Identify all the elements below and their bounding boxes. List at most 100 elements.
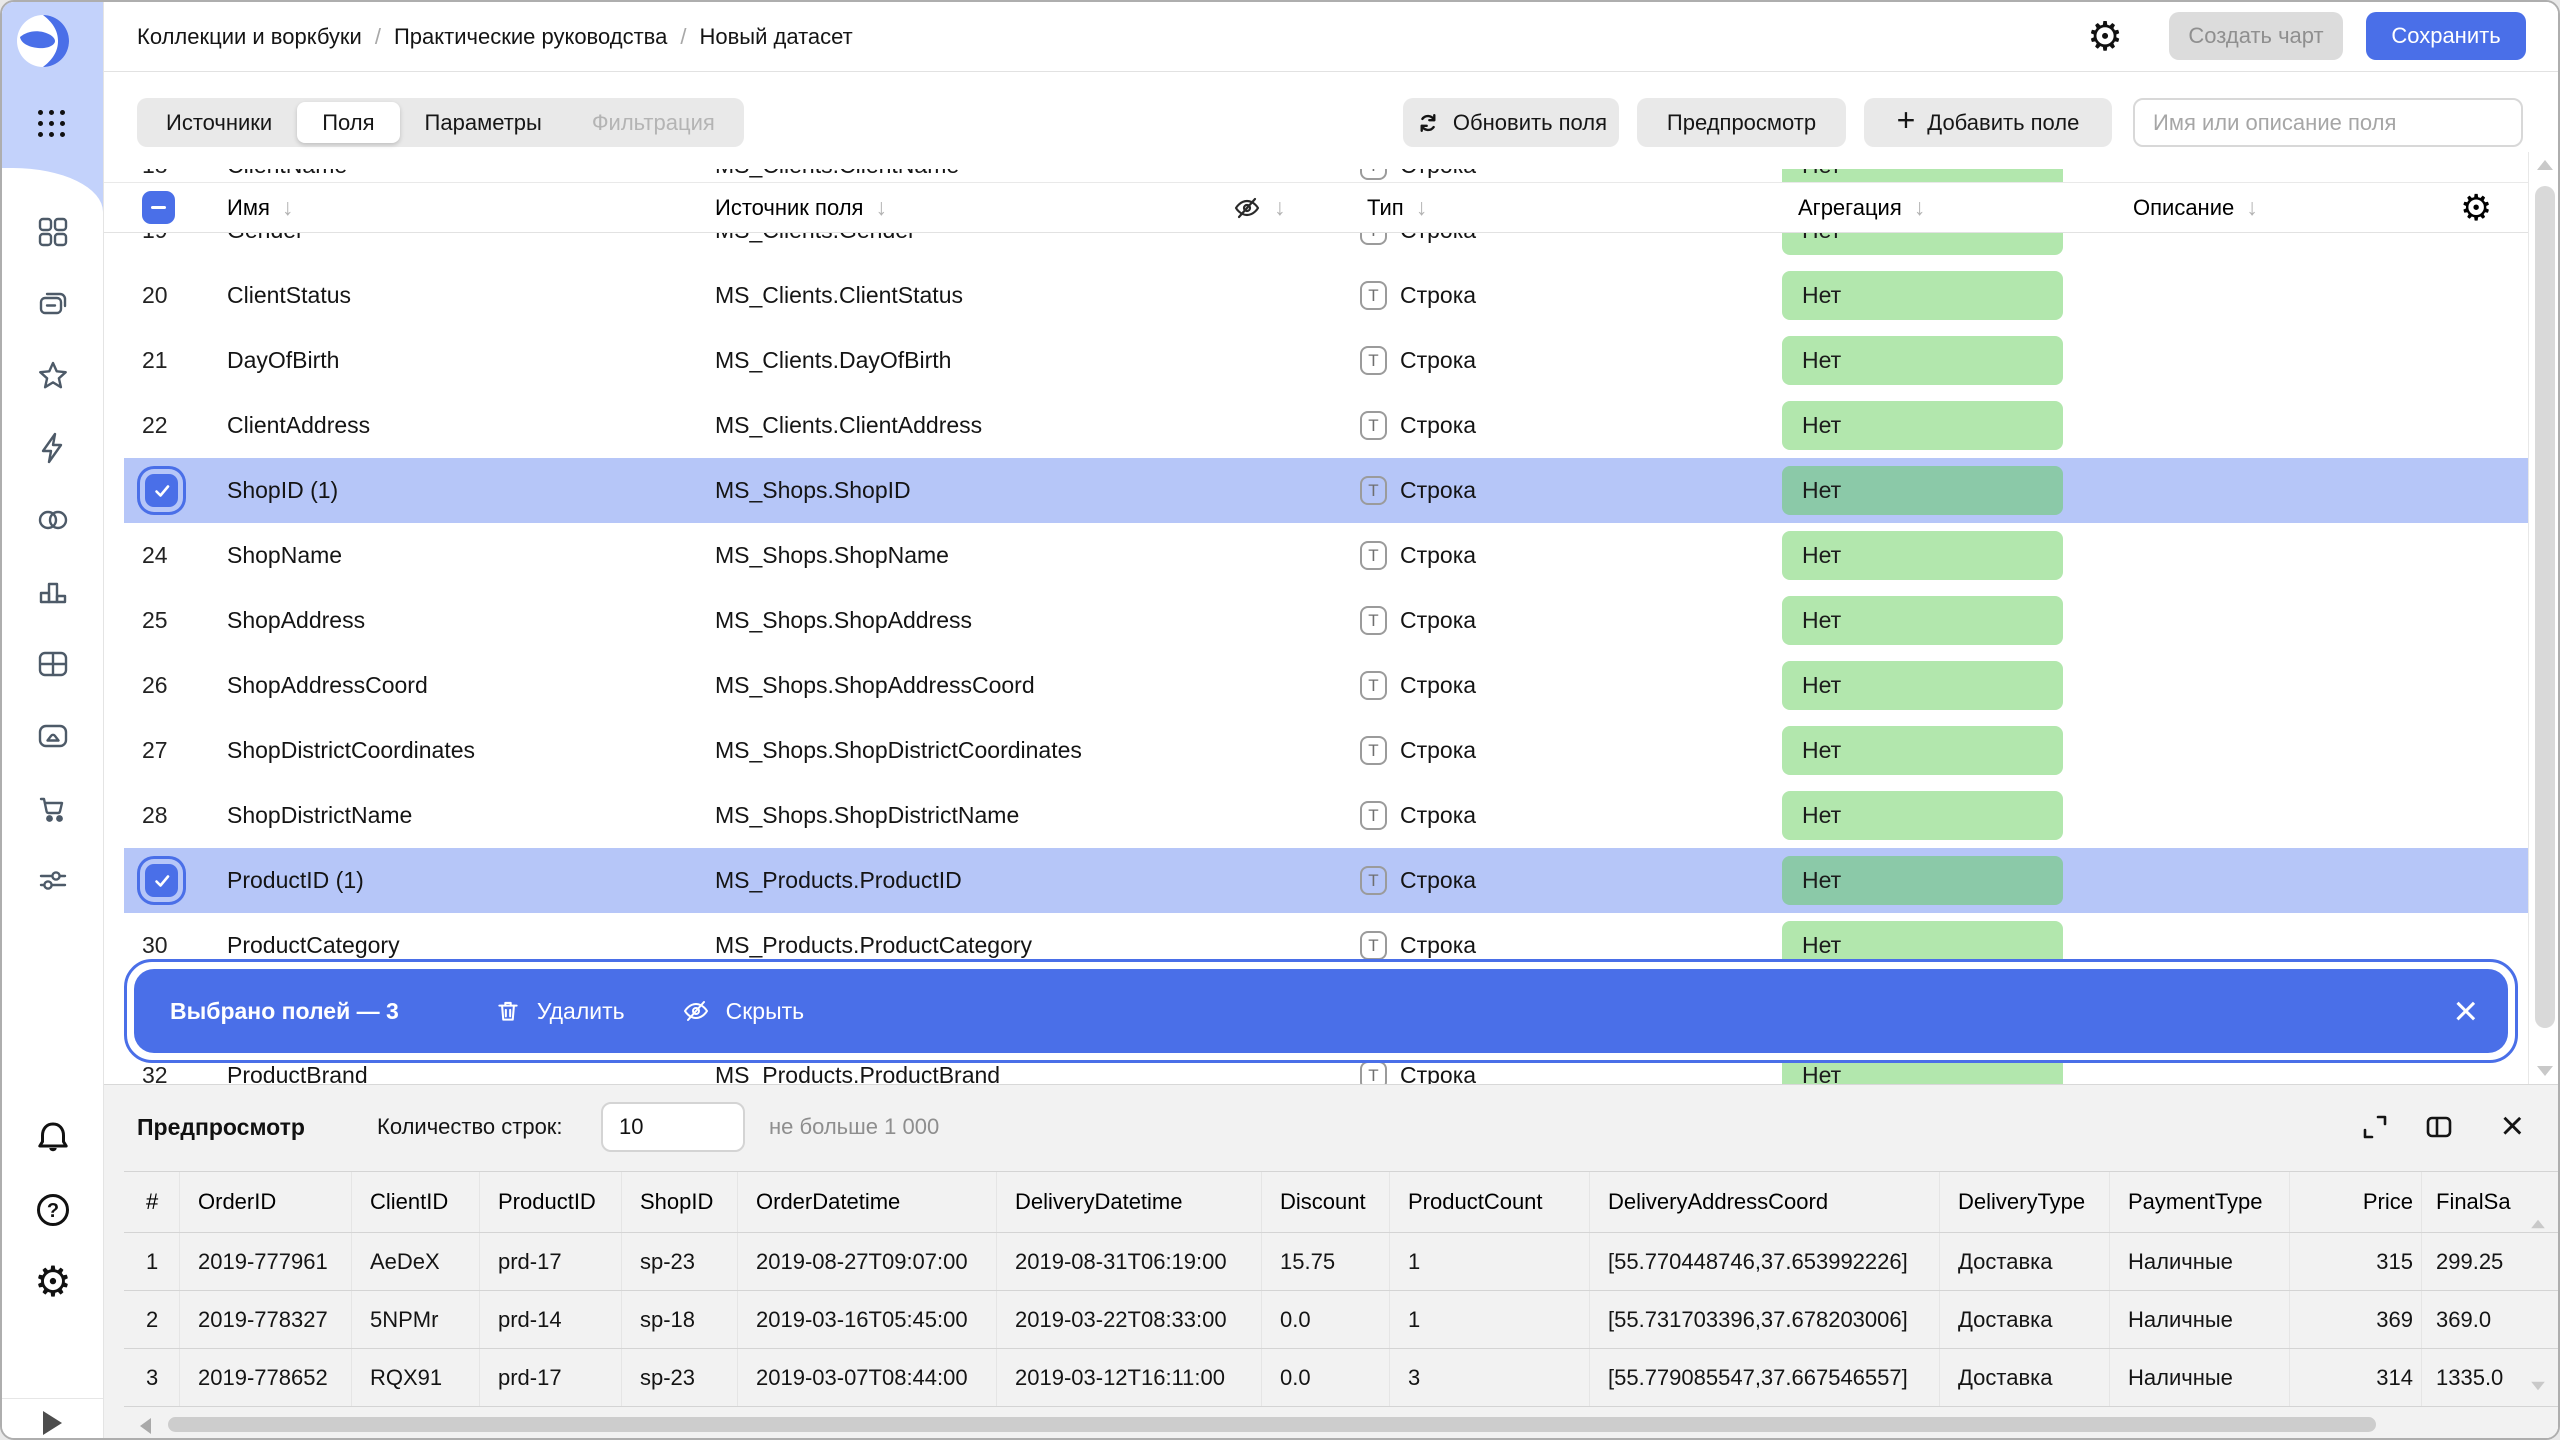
aggregation-select[interactable]: Нет: [1782, 661, 2063, 710]
field-source[interactable]: MS_Clients.ClientAddress: [715, 393, 982, 458]
aggregation-select[interactable]: Нет: [1782, 726, 2063, 775]
breadcrumb-guides[interactable]: Практические руководства: [394, 24, 667, 50]
scroll-up-icon[interactable]: [2537, 160, 2553, 170]
cart-marketplace-icon[interactable]: [33, 788, 73, 828]
aggregation-select[interactable]: Нет: [1782, 596, 2063, 645]
scroll-left-icon[interactable]: [140, 1418, 151, 1434]
field-type[interactable]: Строка: [1360, 848, 1476, 913]
column-header-aggregation[interactable]: Агрегация ↓: [1798, 183, 1925, 232]
folder-storage-icon[interactable]: [33, 716, 73, 756]
scrollbar-thumb[interactable]: [2535, 186, 2555, 1028]
field-type[interactable]: Строка: [1360, 653, 1476, 718]
field-row[interactable]: 29 ProductID (1) MS_Products.ProductID С…: [124, 848, 2528, 913]
aggregation-select[interactable]: Нет: [1782, 531, 2063, 580]
tab-fields[interactable]: Поля: [297, 102, 399, 143]
field-source[interactable]: MS_Clients.DayOfBirth: [715, 328, 951, 393]
field-source[interactable]: MS_Shops.ShopDistrictName: [715, 783, 1019, 848]
field-type[interactable]: Строка: [1360, 783, 1476, 848]
row-number: 24: [142, 523, 212, 588]
field-row[interactable]: 21 DayOfBirth MS_Clients.DayOfBirth Стро…: [124, 328, 2528, 393]
select-all-checkbox[interactable]: [142, 191, 175, 224]
field-source[interactable]: MS_Shops.ShopAddressCoord: [715, 653, 1035, 718]
field-name: DayOfBirth: [227, 328, 339, 393]
field-row[interactable]: 20 ClientStatus MS_Clients.ClientStatus …: [124, 263, 2528, 328]
column-header-description[interactable]: Описание ↓: [2133, 183, 2258, 232]
field-source[interactable]: MS_Shops.ShopAddress: [715, 588, 972, 653]
aggregation-select[interactable]: Нет: [1782, 271, 2063, 320]
delete-selected-button[interactable]: Удалить: [494, 997, 625, 1025]
column-header-source[interactable]: Источник поля ↓: [715, 183, 887, 232]
connections-circles-icon[interactable]: [33, 500, 73, 540]
field-source[interactable]: MS_Products.ProductID: [715, 848, 962, 913]
help-icon[interactable]: ?: [33, 1190, 73, 1230]
sliders-services-icon[interactable]: [33, 860, 73, 900]
datalens-logo-icon[interactable]: [15, 13, 71, 69]
apps-grid-icon[interactable]: [38, 110, 66, 138]
preview-scroll-up-icon[interactable]: [2531, 1220, 2545, 1229]
breadcrumb-separator: /: [680, 24, 686, 50]
field-row[interactable]: 25 ShopAddress MS_Shops.ShopAddress Стро…: [124, 588, 2528, 653]
preview-cell: prd-17: [480, 1349, 622, 1406]
field-source[interactable]: MS_Shops.ShopDistrictCoordinates: [715, 718, 1082, 783]
hide-selected-button[interactable]: Скрыть: [681, 996, 805, 1026]
field-source[interactable]: MS_Clients.ClientStatus: [715, 263, 963, 328]
aggregation-select[interactable]: Нет: [1782, 466, 2063, 515]
field-aggregation: Нет: [1782, 661, 2063, 710]
horizontal-scrollbar-thumb[interactable]: [168, 1417, 2376, 1432]
column-header-name[interactable]: Имя ↓: [227, 183, 293, 232]
field-source[interactable]: MS_Shops.ShopID: [715, 458, 911, 523]
column-header-hidden[interactable]: ↓: [1232, 183, 1286, 232]
field-type[interactable]: Строка: [1360, 718, 1476, 783]
field-type[interactable]: Строка: [1360, 588, 1476, 653]
expand-sidebar-icon[interactable]: [43, 1411, 62, 1435]
row-count-input[interactable]: [601, 1102, 745, 1152]
add-field-button[interactable]: + Добавить поле: [1864, 98, 2112, 147]
tab-parameters[interactable]: Параметры: [400, 102, 567, 143]
preview-horizontal-scrollbar: [124, 1413, 2544, 1437]
field-row[interactable]: 26 ShopAddressCoord MS_Shops.ShopAddress…: [124, 653, 2528, 718]
aggregation-select[interactable]: Нет: [1782, 856, 2063, 905]
row-checkbox[interactable]: [145, 864, 178, 897]
scroll-down-icon[interactable]: [2537, 1066, 2553, 1076]
aggregation-select[interactable]: Нет: [1782, 791, 2063, 840]
field-row[interactable]: 22 ClientAddress MS_Clients.ClientAddres…: [124, 393, 2528, 458]
field-aggregation: Нет: [1782, 466, 2063, 515]
field-type[interactable]: Строка: [1360, 523, 1476, 588]
close-selection-icon[interactable]: ×: [2453, 990, 2478, 1032]
field-source[interactable]: MS_Shops.ShopName: [715, 523, 949, 588]
star-favorites-icon[interactable]: [33, 356, 73, 396]
refresh-fields-button[interactable]: Обновить поля: [1403, 98, 1619, 147]
aggregation-select[interactable]: Нет: [1782, 336, 2063, 385]
expand-preview-icon[interactable]: [2360, 1112, 2390, 1142]
bell-icon[interactable]: [33, 1118, 73, 1158]
grid-squares-icon[interactable]: [33, 212, 73, 252]
dataset-settings-gear-icon[interactable]: ⚙: [2085, 17, 2125, 57]
split-view-icon[interactable]: [2424, 1112, 2454, 1142]
tab-sources[interactable]: Источники: [141, 102, 297, 143]
preview-toggle-button[interactable]: Предпросмотр: [1637, 98, 1846, 147]
row-checkbox[interactable]: [145, 474, 178, 507]
field-aggregation: Нет: [1782, 726, 2063, 775]
field-row[interactable]: 23 ShopID (1) MS_Shops.ShopID Строка Нет: [124, 458, 2528, 523]
save-button[interactable]: Сохранить: [2366, 12, 2526, 60]
table-settings-gear-icon[interactable]: ⚙: [2460, 183, 2500, 232]
field-row[interactable]: 28 ShopDistrictName MS_Shops.ShopDistric…: [124, 783, 2528, 848]
column-header-type[interactable]: Тип ↓: [1367, 183, 1427, 232]
bar-chart-icon[interactable]: [33, 572, 73, 612]
field-type[interactable]: Строка: [1360, 393, 1476, 458]
field-type[interactable]: Строка: [1360, 458, 1476, 523]
field-type[interactable]: Строка: [1360, 263, 1476, 328]
field-row[interactable]: 24 ShopName MS_Shops.ShopName Строка Нет: [124, 523, 2528, 588]
aggregation-select[interactable]: Нет: [1782, 401, 2063, 450]
field-row[interactable]: 27 ShopDistrictCoordinates MS_Shops.Shop…: [124, 718, 2528, 783]
breadcrumb-collections[interactable]: Коллекции и воркбуки: [137, 24, 362, 50]
preview-cell: 314: [2290, 1349, 2422, 1406]
stacked-workbooks-icon[interactable]: [33, 284, 73, 324]
dashboard-grid-icon[interactable]: [33, 644, 73, 684]
lightning-icon[interactable]: [33, 428, 73, 468]
close-preview-icon[interactable]: ×: [2501, 1106, 2524, 1146]
field-type[interactable]: Строка: [1360, 328, 1476, 393]
settings-gear-icon[interactable]: ⚙: [33, 1262, 73, 1302]
field-search-input[interactable]: [2133, 98, 2523, 147]
preview-scroll-down-icon[interactable]: [2531, 1382, 2545, 1391]
